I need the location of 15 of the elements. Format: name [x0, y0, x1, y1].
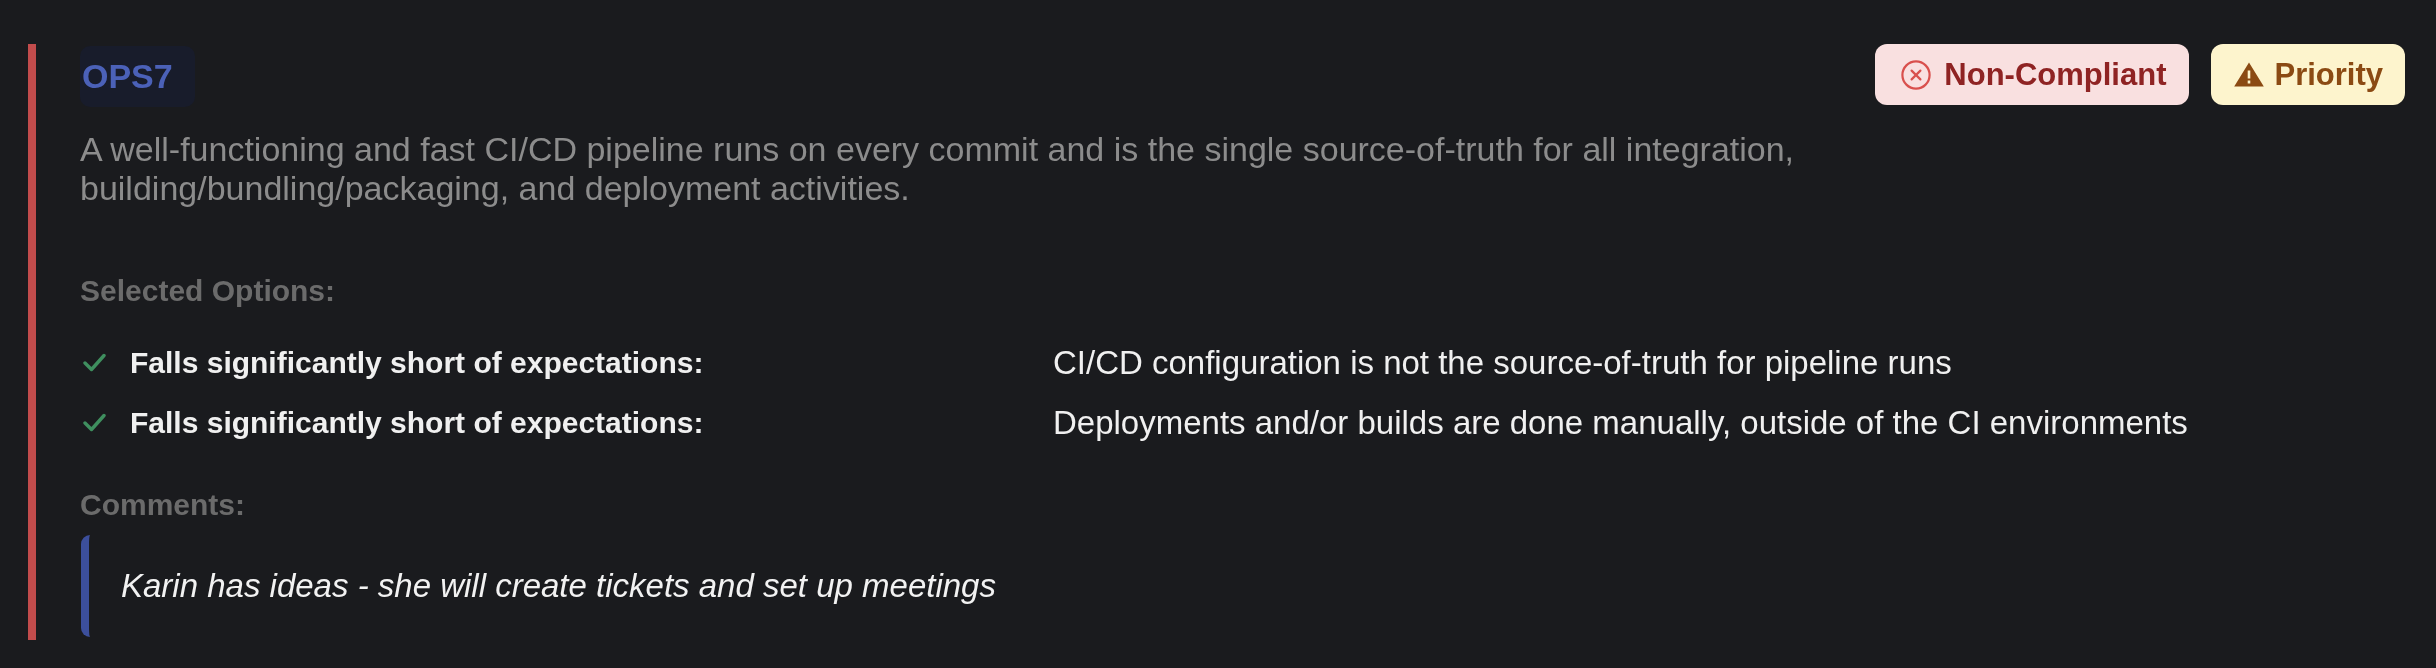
circle-x-icon: [1901, 59, 1932, 90]
section-heading: Selected Options:: [80, 273, 337, 309]
option-rating: Falls significantly short of expectations:: [130, 404, 705, 441]
priority-label: Priority: [2274, 56, 2383, 93]
warning-icon: [2234, 62, 2265, 87]
requirement-description: A well-functioning and fast CI/CD pipeline runs on every commit and is the single source-of-truth for all integration, building/bundling/packaging, and deployment activities.: [80, 130, 1796, 208]
check-icon: [83, 352, 106, 372]
option-detail: CI/CD configuration is not the source-of-truth for pipeline runs: [1053, 342, 1953, 382]
comment-quote: Karin has ideas - she will create tickets and set up meetings: [81, 535, 2405, 637]
option-detail: Deployments and/or builds are done manually, outside of the CI environments: [1053, 402, 2189, 442]
section-heading: Comments:: [80, 487, 246, 523]
requirement-code: OPS7: [80, 46, 195, 107]
check-icon: [83, 412, 106, 432]
status-label: Non-Compliant: [1944, 56, 2167, 93]
option-rating: Falls significantly short of expectations:: [130, 344, 705, 381]
